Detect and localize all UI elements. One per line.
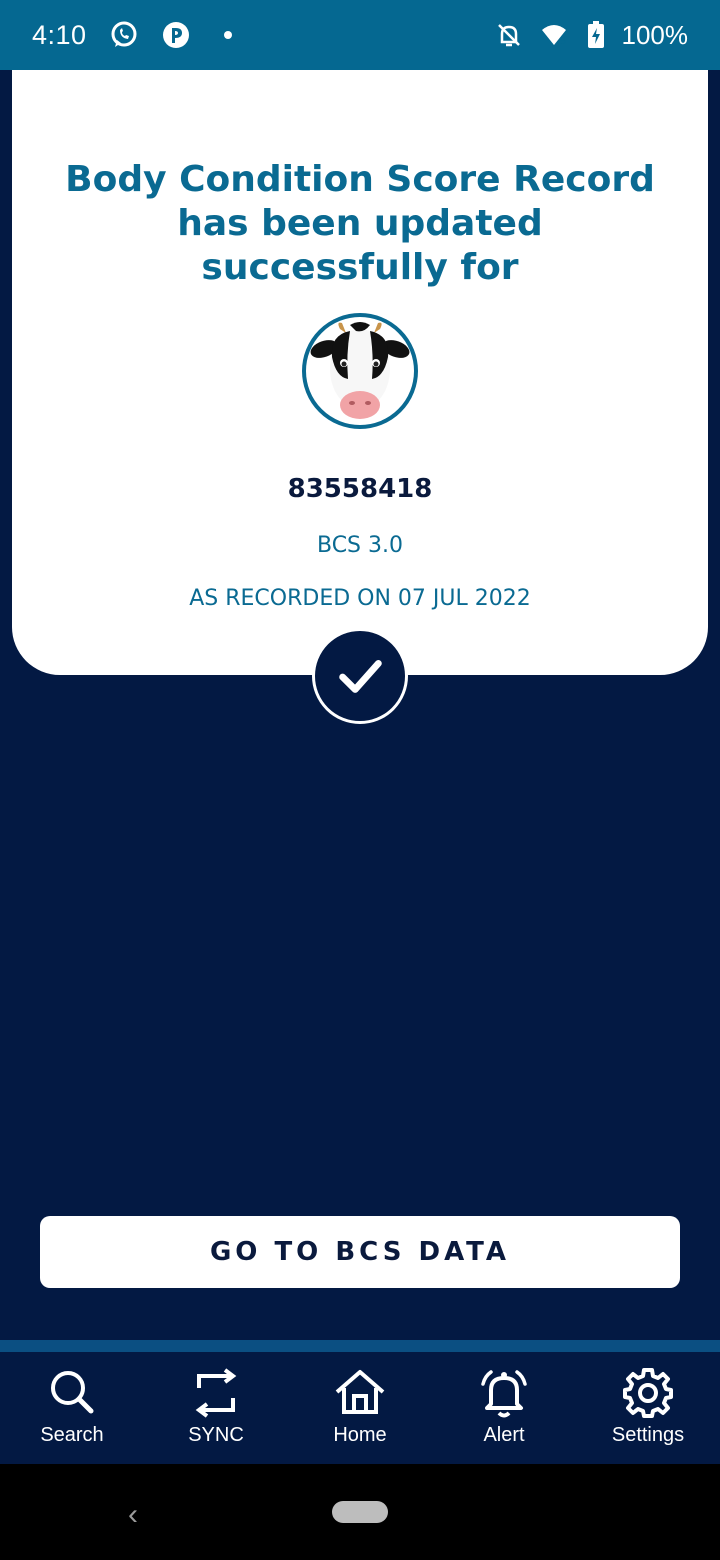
- nav-item-sync[interactable]: SYNC: [144, 1352, 288, 1464]
- whatsapp-icon: [111, 21, 137, 47]
- recorded-date: AS RECORDED ON 07 JUL 2022: [189, 586, 531, 611]
- system-back-icon[interactable]: ‹: [128, 1498, 138, 1532]
- wifi-5-icon: 5: [541, 25, 566, 47]
- bottom-nav: Search SYNC Home Alert Settings: [0, 1340, 720, 1464]
- status-left: 4:10: [32, 20, 243, 51]
- system-nav-bar: ‹: [0, 1464, 720, 1560]
- bcs-value: BCS 3.0: [316, 533, 403, 558]
- go-to-bcs-data-button[interactable]: GO TO BCS DATA: [40, 1216, 680, 1288]
- sync-icon: [195, 1368, 237, 1418]
- success-check-badge: [312, 628, 408, 724]
- checkmark-icon: [339, 660, 382, 693]
- home-icon: [335, 1370, 385, 1414]
- nav-item-settings[interactable]: Settings: [576, 1352, 720, 1464]
- alert-bell-icon: [481, 1370, 527, 1418]
- notification-dot-icon: [223, 31, 232, 39]
- success-card: Body Condition Score Record has been upd…: [12, 70, 708, 675]
- svg-text:5: 5: [560, 36, 566, 47]
- nav-label-sync: SYNC: [188, 1424, 244, 1446]
- nav-label-home: Home: [333, 1424, 387, 1446]
- status-bar: 4:10 5 100%: [0, 0, 720, 70]
- cow-face-icon: [310, 322, 410, 419]
- nav-item-home[interactable]: Home: [288, 1352, 432, 1464]
- animal-id: 83558418: [287, 474, 433, 504]
- search-icon: [51, 1371, 94, 1414]
- pinterest-icon: [162, 22, 189, 48]
- bell-off-icon: [497, 24, 520, 47]
- nav-label-settings: Settings: [611, 1424, 685, 1446]
- nav-item-alert[interactable]: Alert: [432, 1352, 576, 1464]
- nav-item-search[interactable]: Search: [0, 1352, 144, 1464]
- system-home-pill[interactable]: [332, 1501, 388, 1523]
- battery-charging-icon: [587, 21, 604, 48]
- gear-icon: [623, 1368, 673, 1418]
- status-right: 5 100%: [494, 19, 689, 51]
- animal-avatar: [302, 313, 418, 429]
- nav-label-alert: Alert: [483, 1424, 525, 1446]
- success-headline: Body Condition Score Record has been upd…: [65, 159, 655, 288]
- status-time: 4:10: [32, 19, 87, 50]
- battery-percentage: 100%: [621, 19, 689, 50]
- nav-label-search: Search: [40, 1424, 104, 1446]
